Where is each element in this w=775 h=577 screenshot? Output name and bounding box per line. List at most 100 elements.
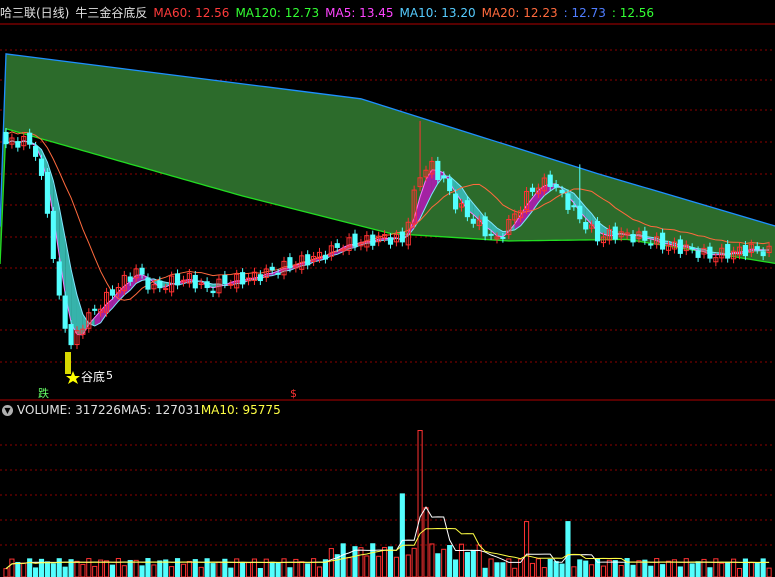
volume-bar	[736, 567, 743, 577]
volume-bar	[441, 548, 447, 577]
candle-body	[677, 239, 683, 254]
volume-bar	[115, 558, 121, 577]
volume-bars	[3, 430, 772, 577]
volume-bar	[198, 566, 204, 577]
volume-bar	[358, 547, 364, 577]
candle-body	[3, 131, 9, 145]
volume-bar	[245, 562, 252, 577]
volume-bar	[169, 566, 175, 577]
volume-bar	[376, 555, 382, 577]
volume-bar	[127, 559, 133, 577]
volume-bar	[15, 561, 21, 577]
candle-body	[754, 246, 760, 250]
volume-bar	[677, 566, 683, 577]
candle-body	[695, 250, 701, 258]
volume-bar	[577, 559, 583, 577]
volume-bar	[133, 559, 139, 577]
volume-bar	[713, 558, 719, 577]
cloud-segment	[82, 314, 89, 335]
volume-bar	[559, 563, 565, 577]
volume-bar	[204, 558, 210, 577]
volume-bar	[80, 563, 86, 577]
volume-bar	[470, 549, 476, 577]
volume-bar	[648, 565, 654, 577]
volume-bar	[387, 546, 394, 577]
candle-body	[287, 257, 293, 269]
volume-bar	[435, 553, 441, 577]
candle-body	[109, 289, 116, 296]
volume-bar	[27, 558, 33, 577]
candle-body	[660, 232, 666, 250]
candle-body	[33, 145, 39, 157]
candle-body	[488, 233, 494, 236]
volume-bar	[287, 567, 293, 577]
candle-body	[92, 308, 98, 311]
volume-grid	[0, 444, 775, 546]
volume-bar	[476, 544, 482, 577]
volume-bar	[600, 565, 607, 577]
signal-bar	[65, 352, 71, 374]
candle-body	[228, 283, 234, 286]
volume-bar	[92, 565, 98, 577]
candle-body	[452, 193, 459, 210]
candle-body	[689, 247, 695, 250]
volume-bar	[370, 543, 376, 577]
candle-body	[157, 280, 163, 289]
marker-label: $	[290, 387, 297, 400]
volume-bar	[62, 566, 68, 577]
volume-bar	[263, 558, 269, 577]
volume-bar	[447, 545, 453, 577]
candle-body	[15, 141, 21, 148]
candle-body	[163, 288, 169, 291]
candle-body	[642, 230, 648, 241]
volume-bar	[636, 560, 642, 577]
volume-bar	[44, 561, 50, 577]
candle-body	[44, 171, 50, 214]
volume-bar	[565, 521, 571, 577]
volume-bar	[240, 562, 246, 577]
volume-bar	[86, 558, 92, 577]
volume-bar	[269, 561, 275, 577]
candle-body	[334, 243, 340, 248]
volume-bar	[121, 565, 127, 577]
volume-bar	[21, 562, 27, 577]
volume-bar	[405, 554, 411, 577]
volume-bar	[305, 563, 311, 577]
candle-body	[27, 132, 33, 145]
volume-bar	[210, 563, 216, 577]
candle-body	[257, 274, 263, 282]
volume-bar	[228, 567, 234, 577]
volume-bar	[642, 559, 648, 577]
volume-bar	[500, 562, 506, 577]
volume-bar	[512, 567, 518, 577]
volume-bar	[186, 560, 192, 577]
volume-bar	[139, 565, 145, 577]
volume-bar	[583, 560, 589, 577]
candle-body	[648, 243, 654, 246]
candle-body	[174, 273, 181, 286]
volume-bar	[707, 567, 713, 577]
volume-bar	[145, 558, 151, 577]
volume-bar	[109, 564, 116, 577]
candle-body	[210, 290, 216, 294]
signal-label: 跌	[38, 386, 49, 400]
volume-bar	[251, 558, 258, 577]
candle-body	[305, 254, 311, 266]
volume-bar	[541, 567, 547, 577]
candle-body	[553, 183, 559, 188]
candle-body	[399, 231, 405, 243]
candle-body	[559, 189, 565, 194]
volume-bar	[234, 558, 240, 577]
stock-chart[interactable]: 谷底 5 跌 $	[0, 0, 775, 577]
volume-bar	[74, 560, 80, 577]
volume-bar	[452, 559, 459, 577]
candle-body	[269, 266, 275, 271]
candle-body	[447, 178, 453, 192]
volume-bar	[494, 562, 500, 577]
volume-bar	[725, 561, 731, 577]
candle-body	[192, 274, 198, 289]
volume-bar	[174, 558, 181, 577]
candle-body	[612, 226, 618, 240]
volume-bar	[523, 521, 530, 577]
volume-bar	[654, 558, 660, 577]
